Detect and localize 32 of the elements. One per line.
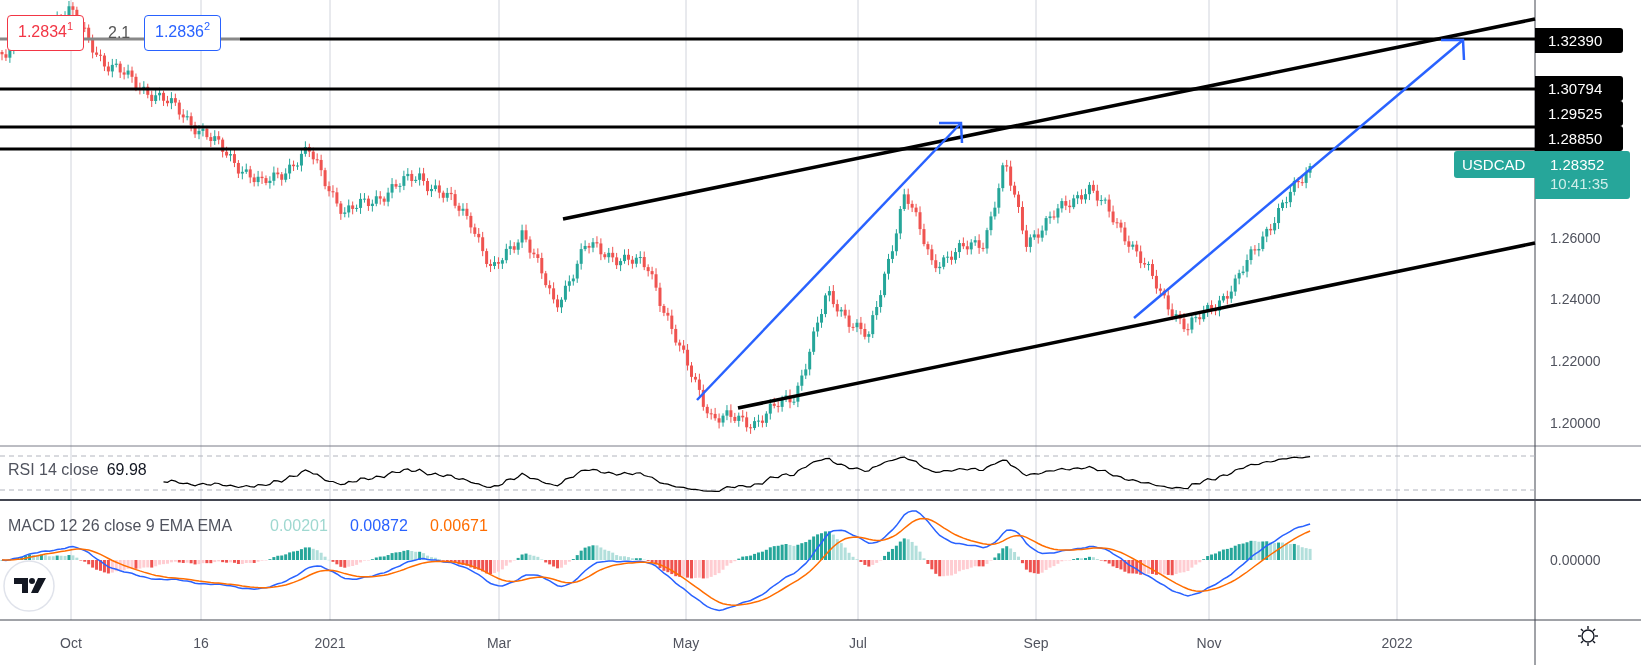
price-axis-label: 1.22000: [1550, 354, 1601, 368]
last-price: 1.28352: [1550, 156, 1606, 174]
countdown-timer: 10:41:35: [1550, 174, 1610, 194]
price-axis-label: 0.00000: [1550, 553, 1601, 567]
price-level-tag: 1.32390: [1535, 27, 1623, 53]
indicator-title: RSI 14 close: [8, 462, 99, 478]
price-axis-label: 1.24000: [1550, 292, 1601, 306]
indicator-value: 0.00872: [350, 518, 408, 534]
settings-icon[interactable]: [1577, 625, 1599, 647]
time-axis-label: 2022: [1381, 636, 1413, 650]
price-axis-label: 1.26000: [1550, 231, 1601, 245]
indicator-value: 0.00671: [430, 518, 488, 534]
time-axis-label: Nov: [1196, 636, 1222, 650]
price-level-tag: 1.30794: [1535, 75, 1623, 101]
indicator-value: 69.98: [106, 462, 147, 478]
price-axis-label: 1.20000: [1550, 416, 1601, 430]
time-axis-label: Mar: [486, 636, 512, 650]
indicator-value: 0.00201: [270, 518, 328, 534]
time-axis-label: Jul: [849, 636, 867, 650]
indicator-title: MACD 12 26 close 9 EMA EMA: [8, 518, 233, 534]
price-level-tag: 1.28850: [1535, 125, 1623, 151]
time-axis-label: 16: [193, 636, 209, 650]
time-axis-label: Oct: [60, 636, 82, 650]
price-level-tag: 1.29525: [1535, 100, 1623, 126]
delta-label: 2.1: [108, 25, 131, 41]
end-price-label: 1.2836$^{2}$: [144, 15, 222, 51]
time-axis-label: Sep: [1023, 636, 1049, 650]
logo-icon: [3, 560, 55, 612]
symbol-tag: USDCAD: [1454, 151, 1535, 178]
start-price-label: 1.2834$^{1}$: [7, 15, 85, 51]
time-axis-label: May: [672, 636, 700, 650]
time-axis-label: 2021: [314, 636, 346, 650]
